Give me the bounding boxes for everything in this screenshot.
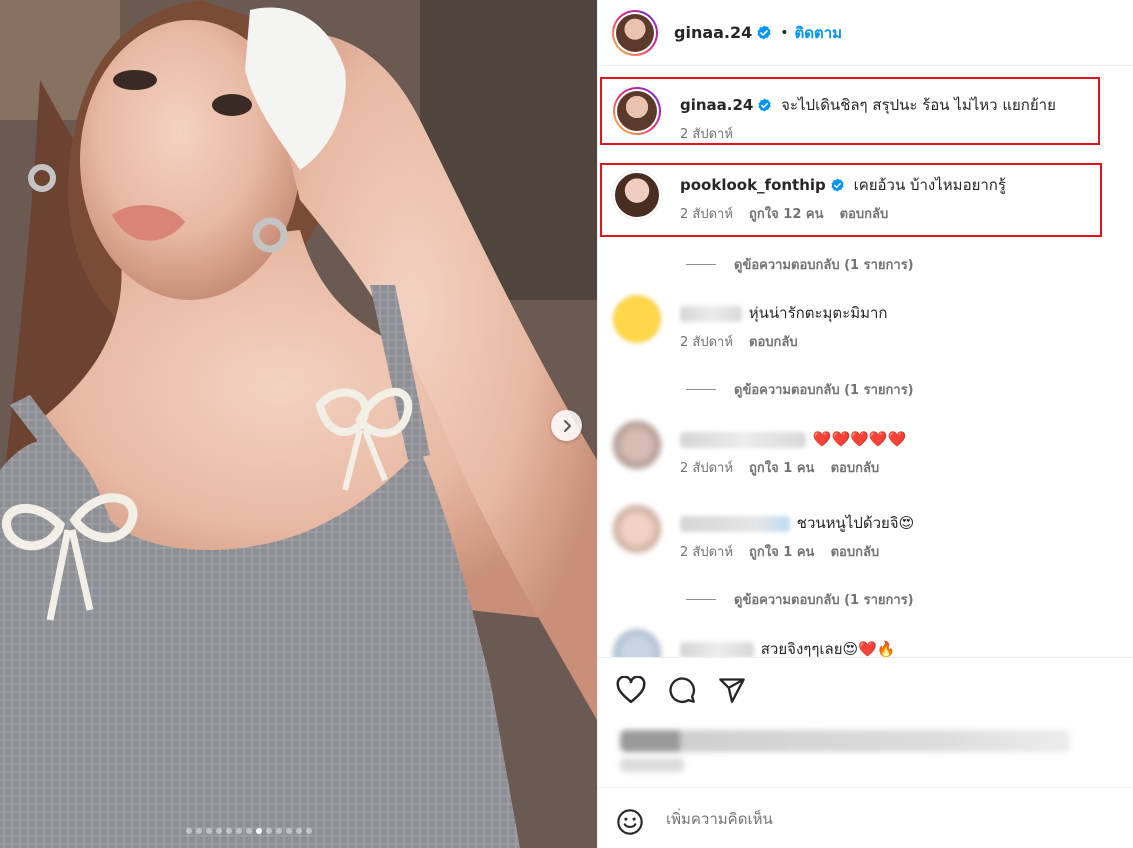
chevron-right-icon: [563, 419, 571, 432]
carousel-dot-active: [256, 828, 262, 834]
carousel-dot: [286, 828, 292, 834]
avatar[interactable]: [613, 295, 661, 343]
carousel-dot: [186, 828, 192, 834]
comment-text: ชวนหนูไปด้วยจิ😍: [796, 514, 915, 532]
highlight-box: [600, 163, 1102, 237]
comment-input[interactable]: [666, 806, 1086, 832]
carousel-dot: [216, 828, 222, 834]
carousel-indicator: [186, 828, 312, 834]
comment-text: ❤️❤️❤️❤️❤️: [812, 430, 907, 448]
view-replies-label: ดูข้อความตอบกลับ (1 รายการ): [734, 258, 914, 273]
carousel-dot: [226, 828, 232, 834]
add-comment-bar: [598, 787, 1133, 848]
avatar[interactable]: [613, 421, 661, 469]
comment-likes[interactable]: ถูกใจ 1 คน: [749, 545, 814, 560]
carousel-dot: [196, 828, 202, 834]
post-photo[interactable]: [0, 0, 597, 848]
comment-time: 2 สัปดาห์: [680, 335, 733, 350]
post-header: ginaa.24 • ติดตาม: [598, 0, 1133, 66]
post-actions: [598, 657, 1133, 787]
carousel-dot: [236, 828, 242, 834]
reply-button[interactable]: ตอบกลับ: [749, 335, 798, 350]
liked-by-blurred[interactable]: [620, 730, 1070, 752]
blurred-username[interactable]: [680, 641, 754, 657]
comment-meta: 2 สัปดาห์ ถูกใจ 1 คน ตอบกลับ: [680, 541, 914, 562]
comment-time: 2 สัปดาห์: [680, 461, 733, 476]
post-date-blurred: [620, 758, 684, 772]
avatar[interactable]: [613, 505, 661, 553]
comment-meta: 2 สัปดาห์ ตอบกลับ: [680, 331, 888, 352]
separator-dot: •: [780, 24, 789, 41]
carousel-dot: [306, 828, 312, 834]
avatar[interactable]: [612, 9, 658, 56]
photo-illustration: [0, 0, 597, 848]
view-replies-button[interactable]: ดูข้อความตอบกลับ (1 รายการ): [686, 589, 914, 610]
view-replies-button[interactable]: ดูข้อความตอบกลับ (1 รายการ): [686, 379, 914, 400]
blurred-username[interactable]: [680, 305, 742, 322]
reply-button[interactable]: ตอบกลับ: [831, 461, 880, 476]
blurred-username[interactable]: [680, 431, 806, 448]
view-replies-label: ดูข้อความตอบกลับ (1 รายการ): [734, 593, 914, 608]
avatar[interactable]: [613, 629, 661, 657]
follow-button[interactable]: ติดตาม: [795, 21, 843, 45]
comment-text: หุ่นน่ารักตะมุตะมิมาก: [748, 304, 888, 322]
carousel-next-button[interactable]: [551, 410, 582, 441]
carousel-dot: [246, 828, 252, 834]
verified-badge-icon: [757, 25, 771, 39]
carousel-dot: [276, 828, 282, 834]
comment-icon[interactable]: [668, 676, 696, 704]
view-replies-label: ดูข้อความตอบกลับ (1 รายการ): [734, 383, 914, 398]
blurred-username[interactable]: [680, 515, 790, 532]
smiley-icon[interactable]: [616, 808, 644, 836]
heart-icon[interactable]: [616, 676, 646, 704]
post-author-username[interactable]: ginaa.24: [674, 23, 752, 42]
highlight-box: [600, 77, 1100, 145]
post-sidebar: ginaa.24 • ติดตาม ginaa.24 จะไปเดินชิลๆ …: [597, 0, 1133, 848]
carousel-dot: [296, 828, 302, 834]
comment-meta: 2 สัปดาห์ ถูกใจ 1 คน ตอบกลับ: [680, 457, 906, 478]
comment-text: สวยจิงๆๆเลย😍❤️🔥: [760, 640, 896, 657]
send-icon[interactable]: [718, 676, 746, 704]
comments-list[interactable]: ginaa.24 จะไปเดินชิลๆ สรุปนะ ร้อน ไม่ไหว…: [598, 67, 1133, 657]
comment-likes[interactable]: ถูกใจ 1 คน: [749, 461, 814, 476]
view-replies-button[interactable]: ดูข้อความตอบกลับ (1 รายการ): [686, 254, 914, 275]
carousel-dot: [206, 828, 212, 834]
carousel-dot: [266, 828, 272, 834]
reply-button[interactable]: ตอบกลับ: [831, 545, 880, 560]
comment-time: 2 สัปดาห์: [680, 545, 733, 560]
